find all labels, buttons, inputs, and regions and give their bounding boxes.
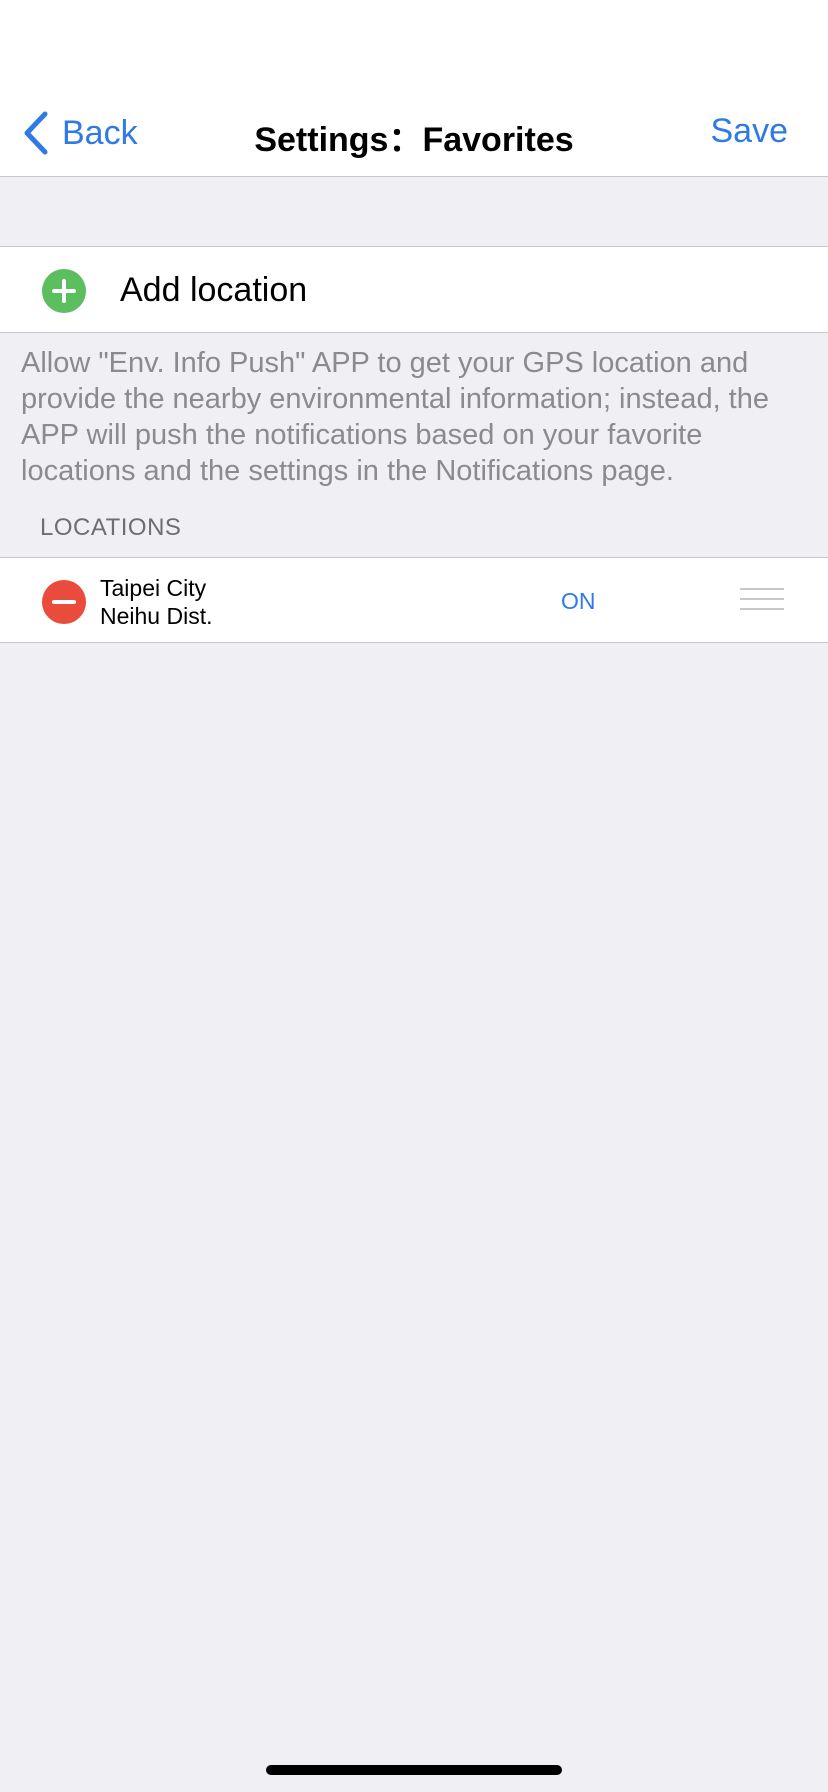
back-button[interactable]: Back: [22, 108, 138, 158]
location-district: Neihu Dist.: [100, 603, 213, 629]
location-name: Taipei City Neihu Dist.: [100, 574, 212, 630]
location-city: Taipei City: [100, 575, 207, 601]
chevron-left-icon: [24, 111, 48, 155]
location-status-toggle[interactable]: ON: [561, 588, 596, 615]
add-location-row[interactable]: Add location: [0, 246, 828, 333]
back-label: Back: [62, 113, 138, 152]
reorder-handle-icon[interactable]: [740, 588, 784, 612]
info-description: Allow "Env. Info Push" APP to get your G…: [21, 347, 769, 487]
plus-circle-icon: [42, 269, 86, 313]
save-button[interactable]: Save: [711, 112, 789, 151]
home-indicator: [266, 1765, 562, 1775]
add-location-label: Add location: [120, 271, 308, 309]
remove-circle-icon[interactable]: [42, 580, 86, 624]
locations-section-header: LOCATIONS: [40, 514, 182, 541]
navigation-bar: Back Settings：Favorites Save: [0, 90, 828, 177]
status-bar: [0, 0, 828, 90]
location-list-item: Taipei City Neihu Dist. ON: [0, 557, 828, 643]
